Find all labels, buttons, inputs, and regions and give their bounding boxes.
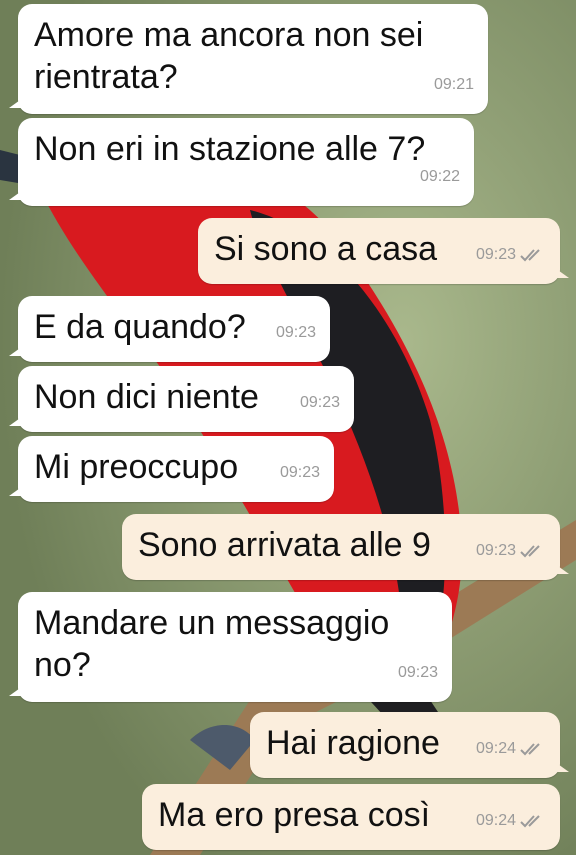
message-timestamp: 09:23	[475, 542, 516, 559]
message-meta: 09:24	[476, 728, 546, 770]
outgoing-message-bubble[interactable]: Ma ero presa così 09:24	[142, 784, 560, 850]
outgoing-message-bubble[interactable]: Si sono a casa 09:23	[198, 218, 569, 284]
message-timestamp: 09:23	[397, 664, 438, 681]
outgoing-message-bubble[interactable]: Hai ragione 09:24	[250, 712, 569, 778]
message-meta: 09:23	[476, 530, 546, 572]
message-text: Mandare un messaggio no?	[34, 604, 390, 684]
message-meta: 09:21	[434, 64, 474, 106]
message-text: E da quando?	[34, 308, 246, 346]
incoming-message-bubble[interactable]: E da quando? 09:23	[9, 296, 330, 362]
message-text: Mi preoccupo	[34, 448, 239, 486]
message-timestamp: 09:23	[279, 464, 320, 481]
outgoing-message-bubble[interactable]: Sono arrivata alle 9 09:23	[122, 514, 569, 580]
double-check-icon	[520, 545, 540, 558]
message-text: Non dici niente	[34, 378, 259, 416]
message-meta: 09:23	[300, 382, 340, 424]
message-meta: 09:23	[280, 452, 320, 494]
message-meta: 09:23	[476, 234, 546, 276]
message-timestamp: 09:24	[475, 740, 516, 757]
double-check-icon	[520, 249, 540, 262]
message-timestamp: 09:23	[299, 394, 340, 411]
double-check-icon	[520, 743, 540, 756]
message-timestamp: 09:23	[475, 246, 516, 263]
message-timestamp: 09:21	[433, 76, 474, 93]
incoming-message-bubble[interactable]: Amore ma ancora non sei rientrata? 09:21	[9, 4, 488, 114]
message-timestamp: 09:23	[275, 324, 316, 341]
message-meta: 09:24	[476, 800, 546, 842]
message-meta: 09:22	[420, 156, 460, 198]
incoming-message-bubble[interactable]: Non eri in stazione alle 7? 09:22	[9, 118, 474, 206]
double-check-icon	[520, 815, 540, 828]
message-meta: 09:23	[398, 652, 438, 694]
message-timestamp: 09:24	[475, 812, 516, 829]
incoming-message-bubble[interactable]: Mi preoccupo 09:23	[9, 436, 334, 502]
incoming-message-bubble[interactable]: Mandare un messaggio no? 09:23	[9, 592, 452, 702]
message-text: Non eri in stazione alle 7?	[34, 130, 426, 168]
message-meta: 09:23	[276, 312, 316, 354]
incoming-message-bubble[interactable]: Non dici niente 09:23	[9, 366, 354, 432]
message-text: Amore ma ancora non sei rientrata?	[34, 16, 424, 96]
message-timestamp: 09:22	[419, 168, 460, 185]
